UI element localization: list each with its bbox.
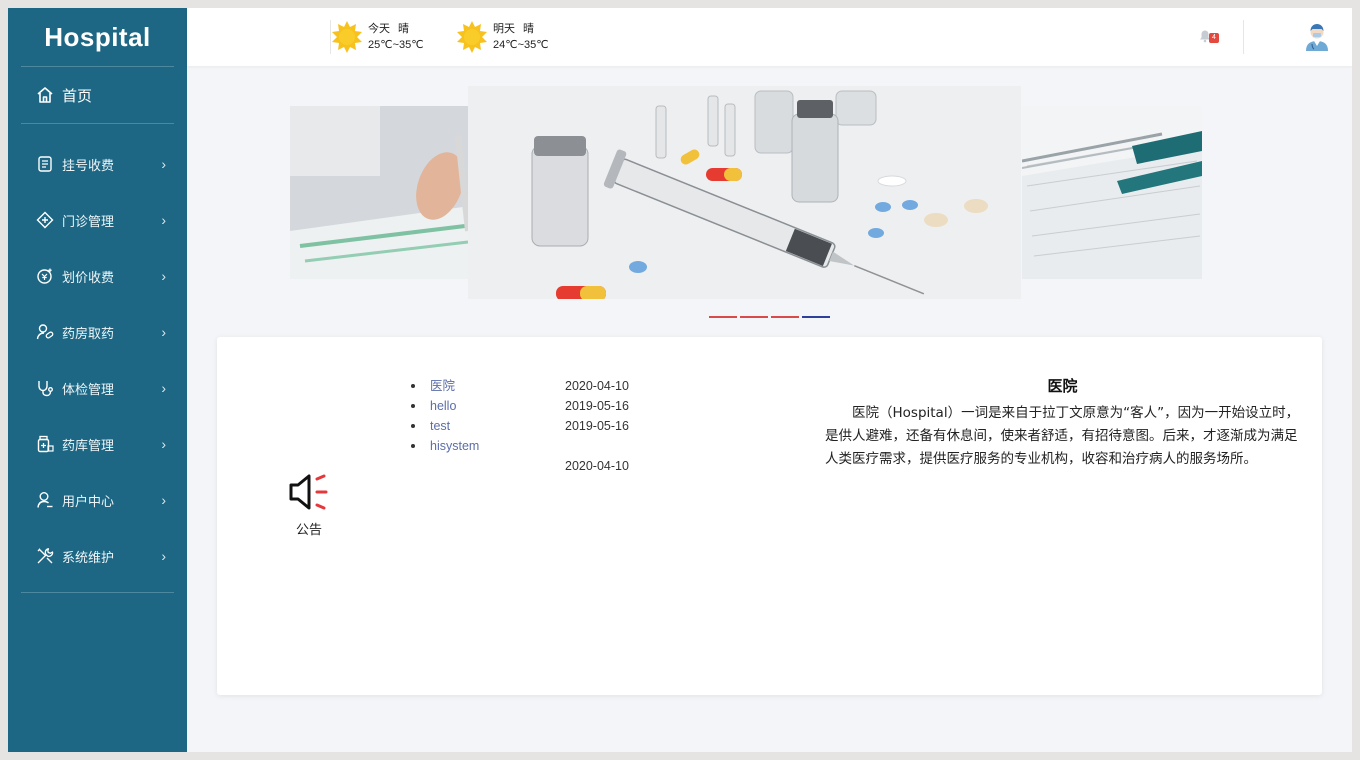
article-title: 医院 [1047,378,1078,395]
weather-today: 今天晴 25℃~35℃ [330,20,424,54]
weather-today-label: 今天 [368,23,390,35]
chevron-right-icon: › [161,492,166,508]
bullet [411,444,415,448]
weather-tomorrow-condition: 晴 [523,23,534,35]
sidebar-item-drug-storage[interactable]: 药库管理 › [21,416,174,472]
user-icon [36,491,54,509]
bullet [411,424,415,428]
notice-date: 2019-05-16 [565,419,629,433]
notification-badge: 4 [1209,33,1219,43]
weather-today-temp: 25℃~35℃ [368,39,424,51]
sidebar-item-label: 首页 [62,87,93,105]
sidebar-item-label: 药库管理 [62,437,115,453]
notice-dates: 2020-04-10 2019-05-16 2019-05-16 2020-04… [565,376,629,476]
sidebar-item-label: 药房取药 [62,325,115,341]
notice-title-link[interactable]: hisystem [430,436,479,456]
weather-tomorrow-label: 明天 [493,23,515,35]
notice-date: 2019-05-16 [565,399,629,413]
weather-today-condition: 晴 [398,23,409,35]
sidebar-item-label: 门诊管理 [62,213,115,229]
app-frame: Hospital 首页 挂号收费 › 门诊管理 › 划价收费 › 药房取药 › … [8,8,1352,752]
sidebar-item-checkup[interactable]: 体检管理 › [21,360,174,416]
carousel-indicators [709,316,830,318]
weather-tomorrow: 明天晴 24℃~35℃ [455,20,549,54]
sidebar-item-pricing[interactable]: 划价收费 › [21,248,174,304]
notice-title-link[interactable]: 医院 [430,376,455,396]
sidebar-item-maintenance[interactable]: 系统维护 › [21,528,174,584]
notice-date: 2020-04-10 [565,459,629,473]
logo: Hospital [21,8,174,67]
home-icon [37,87,53,103]
chevron-right-icon: › [161,268,166,284]
sidebar-item-clinic[interactable]: 门诊管理 › [21,192,174,248]
bullet [411,384,415,388]
notice-title-link[interactable]: hello [430,396,456,416]
bullet [411,404,415,408]
sidebar-item-pharmacy[interactable]: 药房取药 › [21,304,174,360]
speaker-icon [289,474,328,510]
notice-title-link[interactable]: test [430,416,450,436]
sun-icon [457,21,487,53]
chevron-right-icon: › [161,156,166,172]
chevron-right-icon: › [161,548,166,564]
notice-card: 公告 医院 hello test hisystem 2020-04-10 201… [217,337,1322,695]
carousel-slide-next[interactable] [1022,106,1202,279]
carousel-dot[interactable] [740,316,768,318]
sidebar-item-register[interactable]: 挂号收费 › [21,136,174,192]
carousel-slide-current[interactable] [468,86,1021,301]
carousel-dot-active[interactable] [802,316,830,318]
sidebar-item-label: 用户中心 [62,493,115,509]
avatar[interactable] [1304,22,1330,52]
notice-header: 公告 [287,471,331,538]
carousel-slide-prev[interactable] [290,106,470,279]
sun-icon [332,21,362,53]
chevron-right-icon: › [161,380,166,396]
image-carousel[interactable] [290,86,1202,326]
pharmacy-icon [36,323,54,341]
sidebar-item-home[interactable]: 首页 [21,67,174,124]
notice-article: 医院 医院（Hospital）一词是来自于拉丁文原意为“客人”，因为一开始设立时… [825,375,1300,471]
tools-icon [36,547,54,565]
carousel-dot[interactable] [771,316,799,318]
clinic-icon [36,211,54,229]
weather-tomorrow-temp: 24℃~35℃ [493,39,549,51]
chevron-right-icon: › [161,324,166,340]
notice-label: 公告 [295,522,322,537]
drug-storage-icon [36,435,54,453]
register-icon [36,155,54,173]
chevron-right-icon: › [161,436,166,452]
sidebar-item-label: 挂号收费 [62,157,115,173]
sidebar-item-user-center[interactable]: 用户中心 › [21,472,174,528]
chevron-right-icon: › [161,212,166,228]
sidebar: Hospital 首页 挂号收费 › 门诊管理 › 划价收费 › 药房取药 › … [8,8,187,752]
notice-date: 2020-04-10 [565,379,629,393]
sidebar-item-label: 划价收费 [62,269,115,285]
header-divider [1243,20,1244,54]
pricing-icon [36,267,54,285]
stethoscope-icon [36,379,54,397]
top-header: 今天晴 25℃~35℃ 明天晴 24℃~35℃ 4 [187,8,1352,66]
sidebar-item-label: 体检管理 [62,381,115,397]
sidebar-menu: 挂号收费 › 门诊管理 › 划价收费 › 药房取药 › 体检管理 › 药库管理 … [21,124,174,593]
carousel-dot[interactable] [709,316,737,318]
sidebar-item-label: 系统维护 [62,549,115,565]
article-body: 医院（Hospital）一词是来自于拉丁文原意为“客人”，因为一开始设立时，是供… [825,405,1300,467]
